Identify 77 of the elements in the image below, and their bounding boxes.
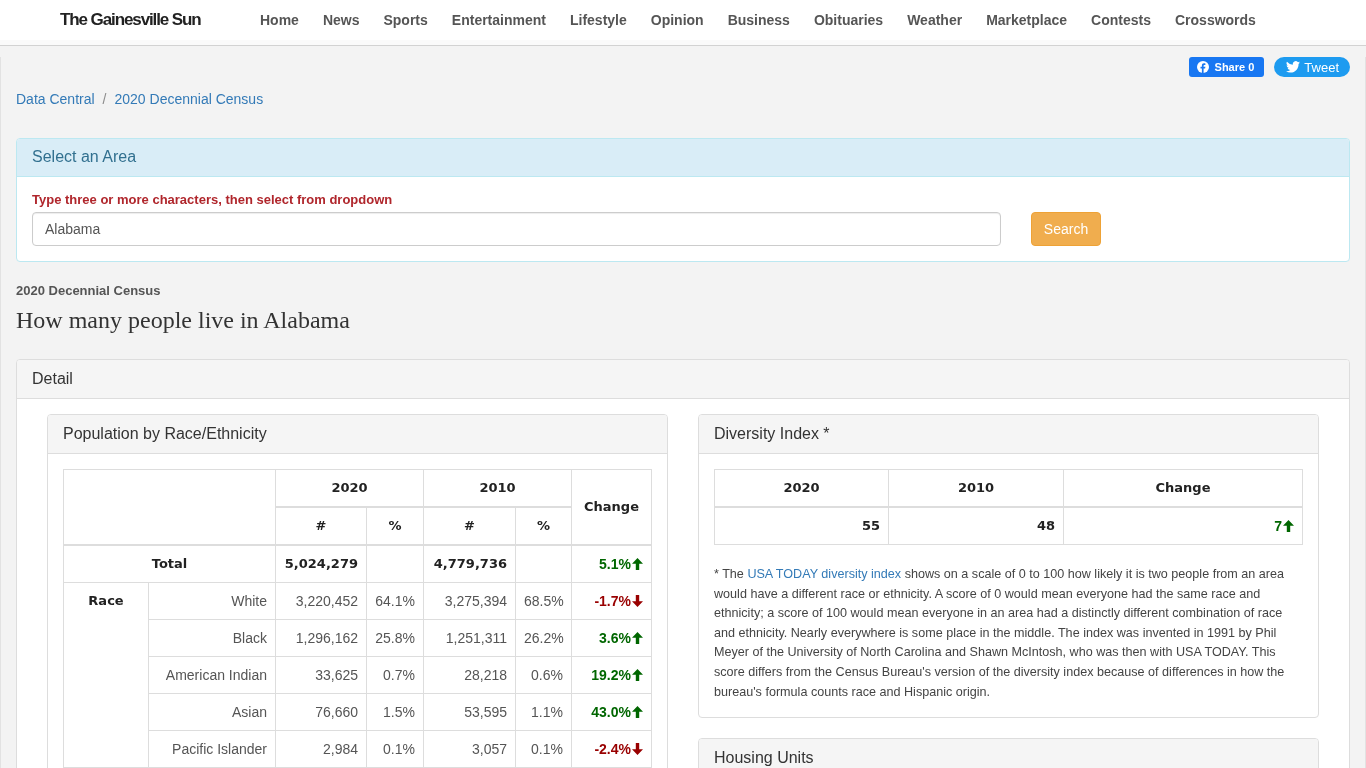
panel-heading: Select an Area bbox=[17, 139, 1349, 177]
change-value: -1.7% bbox=[594, 593, 631, 609]
area-search-field[interactable]: Alabama bbox=[32, 212, 1001, 246]
diversity-index-link[interactable]: USA TODAY diversity index bbox=[747, 567, 902, 581]
nav-link[interactable]: Home bbox=[260, 12, 299, 28]
nav-link[interactable]: Contests bbox=[1091, 12, 1151, 28]
site-logo[interactable]: The Gainesville Sun bbox=[60, 10, 201, 29]
row-group-label: Race bbox=[63, 582, 149, 768]
table-cell: 1.5% bbox=[366, 693, 424, 731]
nav-link[interactable]: Sports bbox=[383, 12, 428, 28]
table-cell: 0.1% bbox=[366, 730, 424, 768]
breadcrumb-separator: / bbox=[102, 90, 107, 109]
breadcrumb-link[interactable]: Data Central bbox=[16, 89, 95, 109]
nav-link[interactable]: Crosswords bbox=[1175, 12, 1256, 28]
panel-heading: Housing Units bbox=[699, 739, 1318, 768]
panel-heading: Population by Race/Ethnicity bbox=[48, 415, 667, 454]
panel-heading: Detail bbox=[17, 360, 1349, 399]
table-cell: 25.8% bbox=[366, 619, 424, 657]
column-header: 2010 bbox=[888, 469, 1064, 507]
row-label: Total bbox=[63, 545, 276, 583]
bird-icon bbox=[1286, 61, 1301, 73]
row-label: Black bbox=[148, 619, 276, 657]
breadcrumb-link[interactable]: 2020 Decennial Census bbox=[114, 89, 264, 109]
table-cell: 1.1% bbox=[515, 693, 572, 731]
table-cell: 48 bbox=[888, 507, 1064, 545]
column-header: 2020 bbox=[275, 469, 424, 507]
facebook-icon bbox=[1196, 61, 1209, 73]
table-cell: 0.1% bbox=[515, 730, 572, 768]
field-hint: Type three or more characters, then select from dropdown bbox=[32, 192, 393, 208]
column-header: Change bbox=[1063, 469, 1303, 507]
row-label: Asian bbox=[148, 693, 276, 731]
table-cell: 2,984 bbox=[275, 730, 367, 768]
table-cell: 0.6% bbox=[515, 656, 572, 694]
footnote-text: * The USA TODAY diversity index shows on a scale of 0 to 100 how likely it is two people from an area would have a different race or ethnicity. A score of 0 would mean everyone had the same race and ethnicity; a score of 100 would mean everyone in an area had a distinctly different combination of race and ethnicity. Nearly everywhere is some place in the middle. The index was invented in 1991 by Phil Meyer of the University of North Carolina and Shawn McIntosh, who was then with USA TODAY. This score differs from the Census Bureau's version of the diversity index because of differences in how the bureau's formula counts race and Hispanic origin. bbox=[714, 566, 1286, 701]
table-cell: 64.1% bbox=[366, 582, 424, 620]
row-label: American Indian bbox=[148, 656, 276, 694]
panel-heading: Diversity Index * bbox=[699, 415, 1318, 454]
change-value: 43.0% bbox=[591, 704, 631, 720]
table-cell: 3,057 bbox=[423, 730, 516, 768]
table-cell: 55 bbox=[714, 507, 889, 545]
table-cell: 28,218 bbox=[423, 656, 516, 694]
column-header: % bbox=[366, 507, 424, 545]
table-cell: 3,220,452 bbox=[275, 582, 367, 620]
table-cell: 1,296,162 bbox=[275, 619, 367, 657]
table-cell: 4,779,736 bbox=[423, 545, 516, 583]
change-value: 19.2% bbox=[591, 667, 631, 683]
column-header: 2020 bbox=[714, 469, 889, 507]
row-label: Pacific Islander bbox=[148, 730, 276, 768]
column-header: 2010 bbox=[423, 469, 572, 507]
table-cell: 3,275,394 bbox=[423, 582, 516, 620]
table-cell: 53,595 bbox=[423, 693, 516, 731]
table-cell: 76,660 bbox=[275, 693, 367, 731]
row-label: White bbox=[148, 582, 276, 620]
nav-link[interactable]: Business bbox=[727, 12, 790, 28]
nav-link[interactable]: News bbox=[322, 12, 360, 28]
column-header: Change bbox=[571, 469, 652, 545]
nav-link[interactable]: Lifestyle bbox=[569, 12, 627, 28]
change-value: 3.6% bbox=[599, 630, 631, 646]
facebook-share-button[interactable]: Share 0 bbox=[1188, 57, 1265, 77]
change-value: 7 bbox=[1274, 518, 1282, 534]
table-cell: 1,251,311 bbox=[423, 619, 516, 657]
page-title: How many people live in Alabama bbox=[16, 306, 350, 335]
column-header: # bbox=[275, 507, 367, 545]
change-value: -2.4% bbox=[594, 741, 631, 757]
nav-link[interactable]: Entertainment bbox=[451, 12, 546, 28]
table-cell: 5,024,279 bbox=[275, 545, 367, 583]
table-cell: 0.7% bbox=[366, 656, 424, 694]
nav-link[interactable]: Weather bbox=[907, 12, 963, 28]
change-value: 5.1% bbox=[599, 556, 631, 572]
nav-link[interactable]: Marketplace bbox=[986, 12, 1068, 28]
table-cell: 26.2% bbox=[515, 619, 572, 657]
nav-link[interactable]: Obituaries bbox=[813, 12, 884, 28]
table-cell: 33,625 bbox=[275, 656, 367, 694]
nav-link[interactable]: Opinion bbox=[650, 12, 704, 28]
table-cell: 68.5% bbox=[515, 582, 572, 620]
column-header: # bbox=[423, 507, 516, 545]
section-kicker: 2020 Decennial Census bbox=[16, 282, 161, 300]
